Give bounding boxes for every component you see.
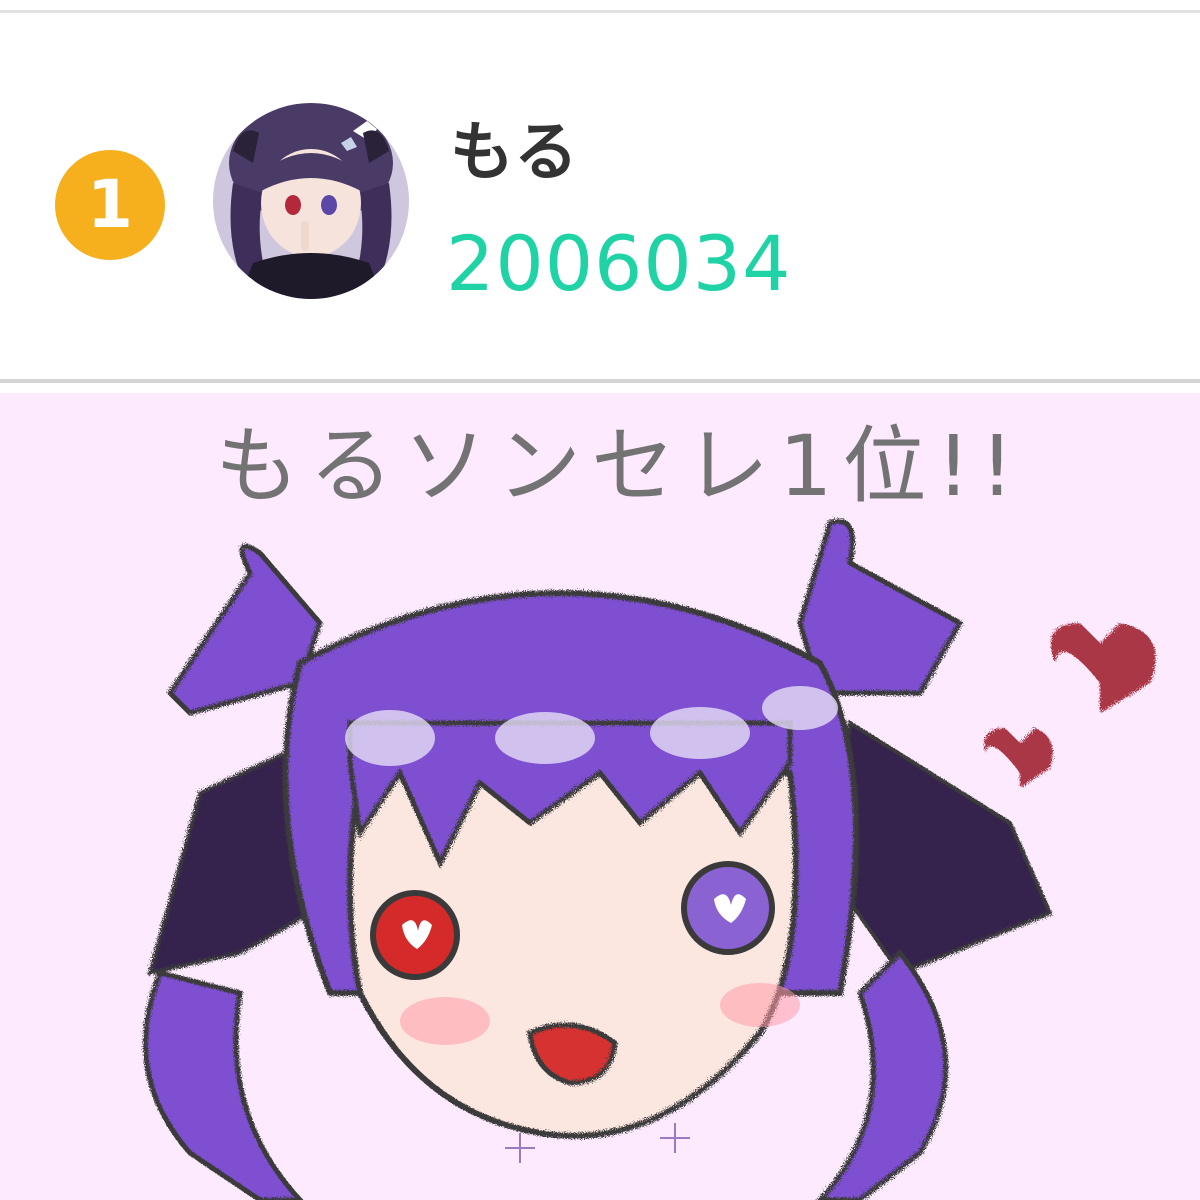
ranking-row[interactable]: 1 もる 2006034 [0, 13, 1200, 379]
user-avatar-icon[interactable] [213, 103, 409, 299]
user-name: もる [450, 116, 578, 190]
screen: 1 もる 2006034 もるソンセレ1位!! [0, 0, 1200, 1200]
rank-badge: 1 [55, 150, 165, 260]
hearts [984, 623, 1156, 788]
fan-artwork: もるソンセレ1位!! [0, 393, 1200, 1200]
artwork-caption: もるソンセレ1位!! [215, 417, 1024, 515]
left-eye [370, 890, 460, 980]
user-score: 2006034 [446, 219, 792, 308]
spacer [0, 383, 1200, 393]
right-eye [681, 861, 775, 955]
